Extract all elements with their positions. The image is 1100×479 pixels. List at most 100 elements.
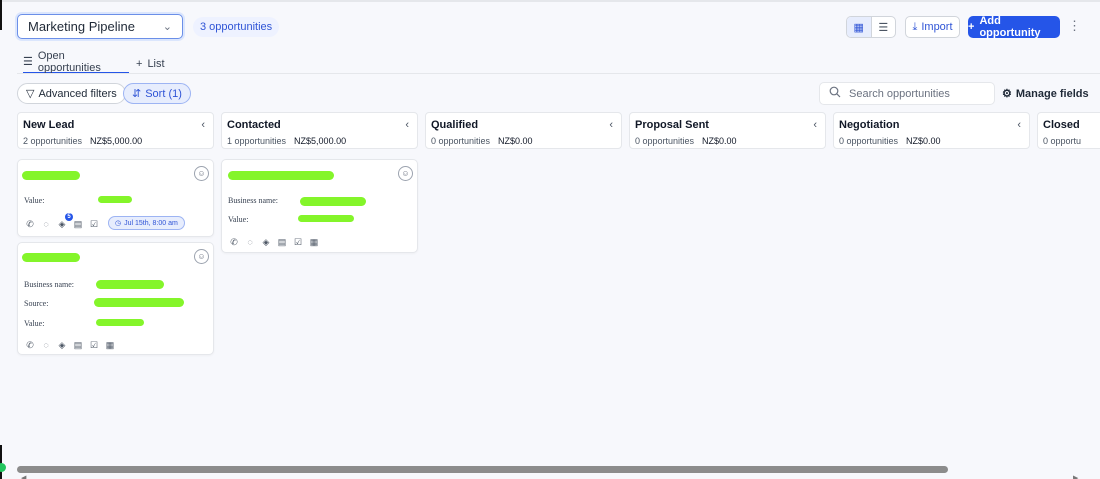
advanced-filters-button[interactable]: ▽ Advanced filters (17, 83, 126, 104)
column-name: New Lead (23, 119, 75, 131)
redacted-name (22, 253, 80, 262)
view-toggle: ▦ ☰ (846, 16, 896, 38)
opportunity-card[interactable]: ☺ Value: ✆ ◌ ◈ 5 ▤ ☑ ◷ Jul 15th, 8:00 am (17, 159, 214, 237)
column-count: 0 opportunities (635, 136, 695, 146)
column-name: Closed (1043, 119, 1080, 131)
column-name: Proposal Sent (635, 119, 709, 131)
phone-icon[interactable]: ✆ (24, 339, 36, 351)
card-actions: ✆ ◌ ◈ 5 ▤ ☑ (24, 213, 100, 230)
status-dot (0, 463, 6, 472)
field-label: Source: (24, 299, 49, 308)
column-amount: NZ$5,000.00 (90, 136, 143, 146)
assign-user-icon[interactable]: ☺ (398, 166, 413, 181)
more-options-icon[interactable]: ⋮ (1068, 18, 1081, 34)
checkbox-icon[interactable]: ☑ (88, 339, 100, 351)
calendar-icon[interactable]: ▦ (104, 339, 116, 351)
list-view-icon[interactable]: ☰ (872, 17, 896, 37)
chat-icon[interactable]: ◌ (40, 218, 52, 230)
document-icon[interactable]: ▤ (72, 339, 84, 351)
import-button[interactable]: ⤓ Import (905, 16, 960, 38)
document-icon[interactable]: ▤ (276, 236, 288, 248)
chevron-left-icon[interactable]: ‹ (405, 119, 409, 131)
assign-user-icon[interactable]: ☺ (194, 249, 209, 264)
column-amount: NZ$5,000.00 (294, 136, 347, 146)
task-due-date: Jul 15th, 8:00 am (124, 219, 178, 227)
column-count: 0 opportunities (839, 136, 899, 146)
column-count: 0 opportunities (431, 136, 491, 146)
column-count: 0 opportu (1043, 136, 1082, 146)
plus-icon: + (136, 58, 143, 70)
phone-icon[interactable]: ✆ (228, 236, 240, 248)
assign-user-icon[interactable]: ☺ (194, 166, 209, 181)
chevron-left-icon[interactable]: ‹ (201, 119, 205, 131)
add-opportunity-label: Add opportunity (979, 15, 1041, 39)
download-icon: ⤓ (912, 20, 918, 33)
manage-fields-button[interactable]: ⚙ Manage fields (1002, 87, 1089, 101)
import-button-label: Import (921, 21, 953, 33)
tab-open-opportunities[interactable]: ☰ Open opportunities (23, 50, 129, 74)
document-icon[interactable]: ▤ (72, 218, 84, 230)
chat-icon[interactable]: ◌ (244, 236, 256, 248)
sort-label: Sort (1) (145, 87, 182, 100)
tag-icon[interactable]: ◈ (56, 339, 68, 351)
redacted-value (96, 319, 144, 326)
chat-icon[interactable]: ◌ (40, 339, 52, 351)
redacted-business-name (96, 280, 164, 289)
window-edge (0, 0, 2, 30)
scroll-right-arrow-icon[interactable]: ▶ (1073, 474, 1078, 479)
tab-label: List (147, 58, 165, 70)
opportunity-card[interactable]: ☺ Business name: Source: Value: ✆ ◌ ◈ ▤ … (17, 242, 214, 355)
field-label: Value: (24, 196, 45, 205)
add-opportunity-button[interactable]: + Add opportunity (968, 15, 1060, 39)
search-input[interactable] (849, 87, 989, 100)
column-name: Contacted (227, 119, 281, 131)
redacted-business-name (300, 197, 366, 206)
chevron-left-icon[interactable]: ‹ (1017, 119, 1021, 131)
field-label: Business name: (228, 196, 278, 205)
column-amount: NZ$0.00 (702, 136, 737, 146)
redacted-name (22, 171, 80, 180)
tag-icon[interactable]: ◈ (260, 236, 272, 248)
chevron-down-icon: ⌄ (162, 21, 172, 33)
column-name: Negotiation (839, 119, 900, 131)
opportunity-count-badge: 3 opportunities (193, 17, 280, 37)
field-label: Value: (24, 319, 45, 328)
field-label: Value: (228, 215, 249, 224)
tag-icon[interactable]: ◈ 5 (56, 213, 73, 230)
column-header-contacted: Contacted ‹ 1 opportunities NZ$5,000.00 (221, 112, 418, 149)
manage-fields-label: Manage fields (1015, 87, 1089, 100)
sort-button[interactable]: ⇵ Sort (1) (123, 83, 191, 104)
advanced-filters-label: Advanced filters (38, 87, 117, 100)
column-header-new-lead: New Lead ‹ 2 opportunities NZ$5,000.00 (17, 112, 214, 149)
redacted-value (298, 215, 354, 222)
tab-list[interactable]: + List (136, 54, 165, 74)
chevron-left-icon[interactable]: ‹ (609, 119, 613, 131)
task-due-badge[interactable]: ◷ Jul 15th, 8:00 am (108, 216, 185, 230)
checkbox-icon[interactable]: ☑ (292, 236, 304, 248)
grid-view-icon[interactable]: ▦ (847, 17, 872, 37)
chevron-left-icon[interactable]: ‹ (813, 119, 817, 131)
pipeline-select-value: Marketing Pipeline (28, 19, 135, 34)
clock-icon: ◷ (115, 220, 122, 227)
opportunity-card[interactable]: ☺ Business name: Value: ✆ ◌ ◈ ▤ ☑ ▦ (221, 159, 418, 253)
column-amount: NZ$0.00 (906, 136, 941, 146)
plus-icon: + (968, 21, 975, 33)
redacted-name (228, 171, 334, 180)
search-box (819, 82, 995, 105)
checkbox-icon[interactable]: ☑ (88, 218, 100, 230)
redacted-source (94, 298, 184, 307)
top-divider (0, 0, 1100, 2)
column-count: 1 opportunities (227, 136, 287, 146)
card-actions: ✆ ◌ ◈ ▤ ☑ ▦ (228, 236, 320, 248)
list-icon: ☰ (23, 56, 33, 68)
search-icon (829, 86, 841, 101)
calendar-icon[interactable]: ▦ (308, 236, 320, 248)
tab-label: Open opportunities (37, 49, 101, 74)
pipeline-select[interactable]: Marketing Pipeline ⌄ (17, 14, 183, 39)
field-label: Business name: (24, 280, 74, 289)
column-header-proposal-sent: Proposal Sent ‹ 0 opportunities NZ$0.00 (629, 112, 826, 149)
horizontal-scrollbar[interactable] (17, 466, 948, 473)
phone-icon[interactable]: ✆ (24, 218, 36, 230)
filter-icon: ▽ (26, 88, 35, 100)
scroll-left-arrow-icon[interactable]: ◀ (21, 474, 26, 479)
